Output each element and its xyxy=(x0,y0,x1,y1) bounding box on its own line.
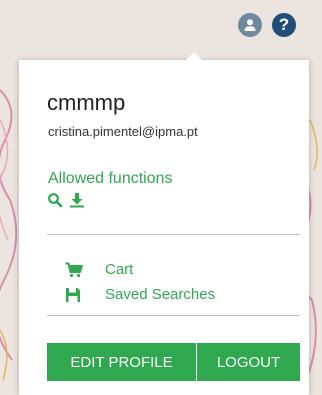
download-icon xyxy=(69,192,85,208)
edit-profile-button[interactable]: EDIT PROFILE xyxy=(47,343,196,381)
cart-menu-item[interactable]: Cart xyxy=(65,261,133,278)
profile-actions: EDIT PROFILE LOGOUT xyxy=(47,343,300,381)
saved-searches-label: Saved Searches xyxy=(105,286,216,303)
help-icon: ? xyxy=(278,15,290,34)
allowed-functions-icons xyxy=(47,192,85,208)
search-icon xyxy=(47,192,63,208)
saved-searches-menu-item[interactable]: Saved Searches xyxy=(65,286,215,303)
popup-arrow xyxy=(185,52,203,61)
profile-email: cristina.pimentel@ipma.pt xyxy=(48,124,198,139)
divider-top xyxy=(47,234,300,235)
user-circle-icon xyxy=(243,18,257,32)
logout-button[interactable]: LOGOUT xyxy=(196,343,300,381)
divider-bottom xyxy=(47,315,300,316)
help-button[interactable]: ? xyxy=(272,13,296,37)
cart-icon xyxy=(65,262,87,278)
profile-username: cmmmp xyxy=(47,90,126,115)
allowed-functions-label: Allowed functions xyxy=(48,170,173,187)
floppy-disk-icon xyxy=(65,287,87,303)
user-menu-button[interactable] xyxy=(238,13,262,37)
user-profile-popup: cmmmp cristina.pimentel@ipma.pt Allowed … xyxy=(19,52,309,395)
cart-label: Cart xyxy=(105,261,134,278)
